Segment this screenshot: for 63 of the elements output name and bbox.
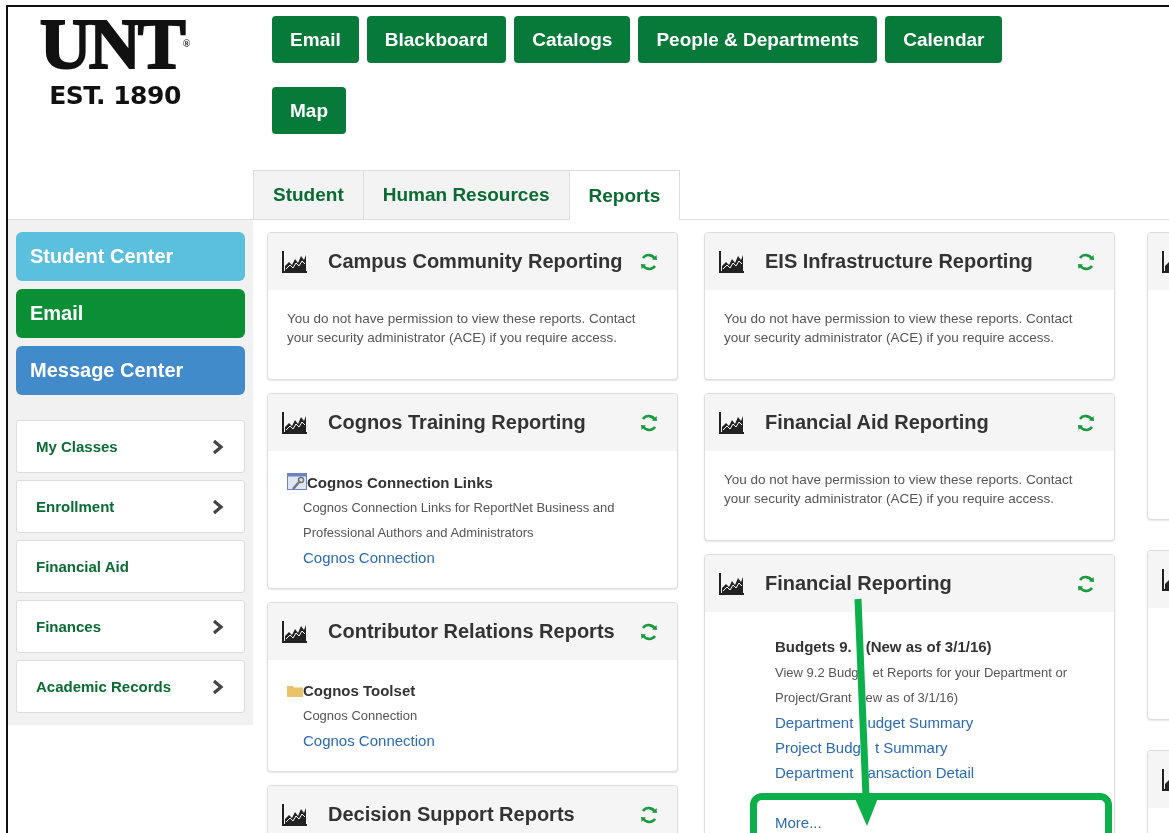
section-description: et Reports for your Department or <box>872 664 1067 682</box>
card-title: EIS Infrastructure Reporting <box>765 250 1034 273</box>
nav-button[interactable]: Email <box>272 16 359 63</box>
sidebar-item[interactable]: Academic Records <box>16 660 245 713</box>
report-link[interactable]: ansaction Detail <box>867 760 975 785</box>
nav-button[interactable]: People & Departments <box>638 16 878 63</box>
sidebar-item[interactable]: My Classes <box>16 420 245 473</box>
area-chart-icon <box>719 571 745 596</box>
logo-tagline: EST. 1890 <box>49 81 181 110</box>
tab[interactable]: Human Resources <box>362 170 570 219</box>
refresh-icon[interactable] <box>639 804 659 825</box>
card-title: Campus Community Reporting <box>328 250 624 273</box>
section-heading: Cognos Connection Links <box>307 473 493 491</box>
section-heading: (New as of 3/1/16) <box>865 637 992 657</box>
section-description: Cognos Connection Links for ReportNet Business and Professional Authors and Administrators <box>303 499 616 542</box>
sidebar-item[interactable]: Financial Aid <box>16 540 245 593</box>
refresh-icon[interactable] <box>639 251 659 272</box>
section-heading: Cognos Toolset <box>303 682 416 699</box>
folder-icon <box>287 684 303 697</box>
area-chart-icon <box>282 802 308 827</box>
card-title: Cognos Training Reporting <box>328 411 587 434</box>
report-link[interactable]: Project Budg <box>775 735 861 760</box>
permission-message: You do not have permission to view these reports. Contact your security administrator (ACE) if you require access. <box>724 310 1074 347</box>
section-description: Project/Grant <box>775 689 852 707</box>
permission-message: You do not have permission to view these reports. Contact your security administrator (ACE) if you require access. <box>287 310 637 347</box>
area-chart-icon <box>719 410 745 435</box>
sidebar-item[interactable]: Finances <box>16 600 245 653</box>
nav-button[interactable]: Calendar <box>885 16 1003 63</box>
section-description: Cognos Connection <box>303 707 418 725</box>
report-link[interactable]: Department <box>775 710 854 735</box>
sidebar-button[interactable]: Message Center <box>16 346 245 395</box>
logo-wordmark: UNT$^{®}$ <box>39 4 191 84</box>
report-link[interactable]: udget Summary <box>867 710 974 735</box>
area-chart-icon <box>719 249 745 274</box>
sidebar-item[interactable]: Enrollment <box>16 480 245 533</box>
report-link[interactable]: Department <box>775 760 854 785</box>
section-description: View 9.2 Budg <box>775 664 859 682</box>
report-link[interactable]: t Summary <box>874 735 948 760</box>
tab[interactable]: Student <box>253 170 364 219</box>
refresh-icon[interactable] <box>639 621 659 642</box>
more-link[interactable]: More... <box>775 810 1084 833</box>
refresh-icon[interactable] <box>1076 573 1096 594</box>
card-title: Financial Aid Reporting <box>765 411 990 434</box>
area-chart-icon <box>282 249 308 274</box>
nav-button[interactable]: Catalogs <box>514 16 631 63</box>
card-title: Contributor Relations Reports <box>328 620 616 643</box>
report-link[interactable]: Cognos Connection <box>303 728 435 753</box>
card-title: Financial Reporting <box>765 572 953 595</box>
sidebar-button[interactable]: Email <box>16 289 245 338</box>
nav-button[interactable]: Map <box>272 87 346 134</box>
permission-message: You do not have permission to view these reports. Contact your security administrator (ACE) if you require access. <box>724 471 1074 508</box>
area-chart-icon <box>282 619 308 644</box>
refresh-icon[interactable] <box>639 412 659 433</box>
tab[interactable]: Reports <box>568 170 681 220</box>
report-link[interactable]: Cognos Connection <box>303 545 435 570</box>
refresh-icon[interactable] <box>1076 412 1096 433</box>
card-title: Decision Support Reports <box>328 803 576 826</box>
section-heading: Budgets 9. <box>775 637 852 657</box>
refresh-icon[interactable] <box>1076 251 1096 272</box>
tools-icon <box>287 473 307 491</box>
nav-button[interactable]: Blackboard <box>366 16 507 63</box>
area-chart-icon <box>282 410 308 435</box>
section-description: ew as of 3/1/16) <box>865 689 959 707</box>
